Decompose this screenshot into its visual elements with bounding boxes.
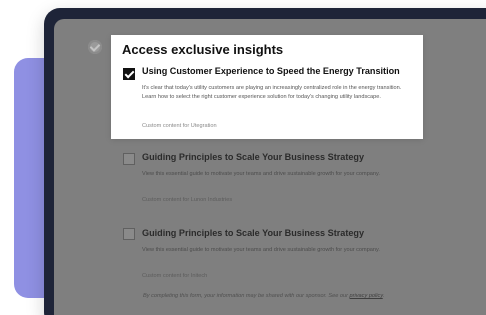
checkbox-icon[interactable] [123,228,135,240]
privacy-policy-link[interactable]: privacy policy [350,293,383,299]
form-disclaimer: By completing this form, your informatio… [143,292,413,301]
disclaimer-suffix: . [382,293,385,299]
disclaimer-prefix: By completing this form, your informatio… [143,293,350,299]
item-1-description: It's clear that today's utility customer… [142,85,402,100]
item-2-description: View this essential guide to motivate yo… [142,171,380,177]
item-3-meta: Custom content for Initech [142,273,208,279]
checkmark-circle-icon [88,40,102,54]
marketing-illustration: Access exclusive insights Using Customer… [0,0,486,315]
panel-title: Access exclusive insights [122,42,284,57]
item-1-meta: Custom content for Utegration [142,123,217,129]
item-2-meta: Custom content for Lunon Industries [142,197,233,203]
item-3-title: Guiding Principles to Scale Your Busines… [142,228,365,238]
item-1-title: Using Customer Experience to Speed the E… [142,66,400,76]
checkbox-icon-selected[interactable] [123,68,135,80]
checkbox-icon[interactable] [123,153,135,165]
item-2-title: Guiding Principles to Scale Your Busines… [142,152,365,162]
item-3-description: View this essential guide to motivate yo… [142,247,380,253]
